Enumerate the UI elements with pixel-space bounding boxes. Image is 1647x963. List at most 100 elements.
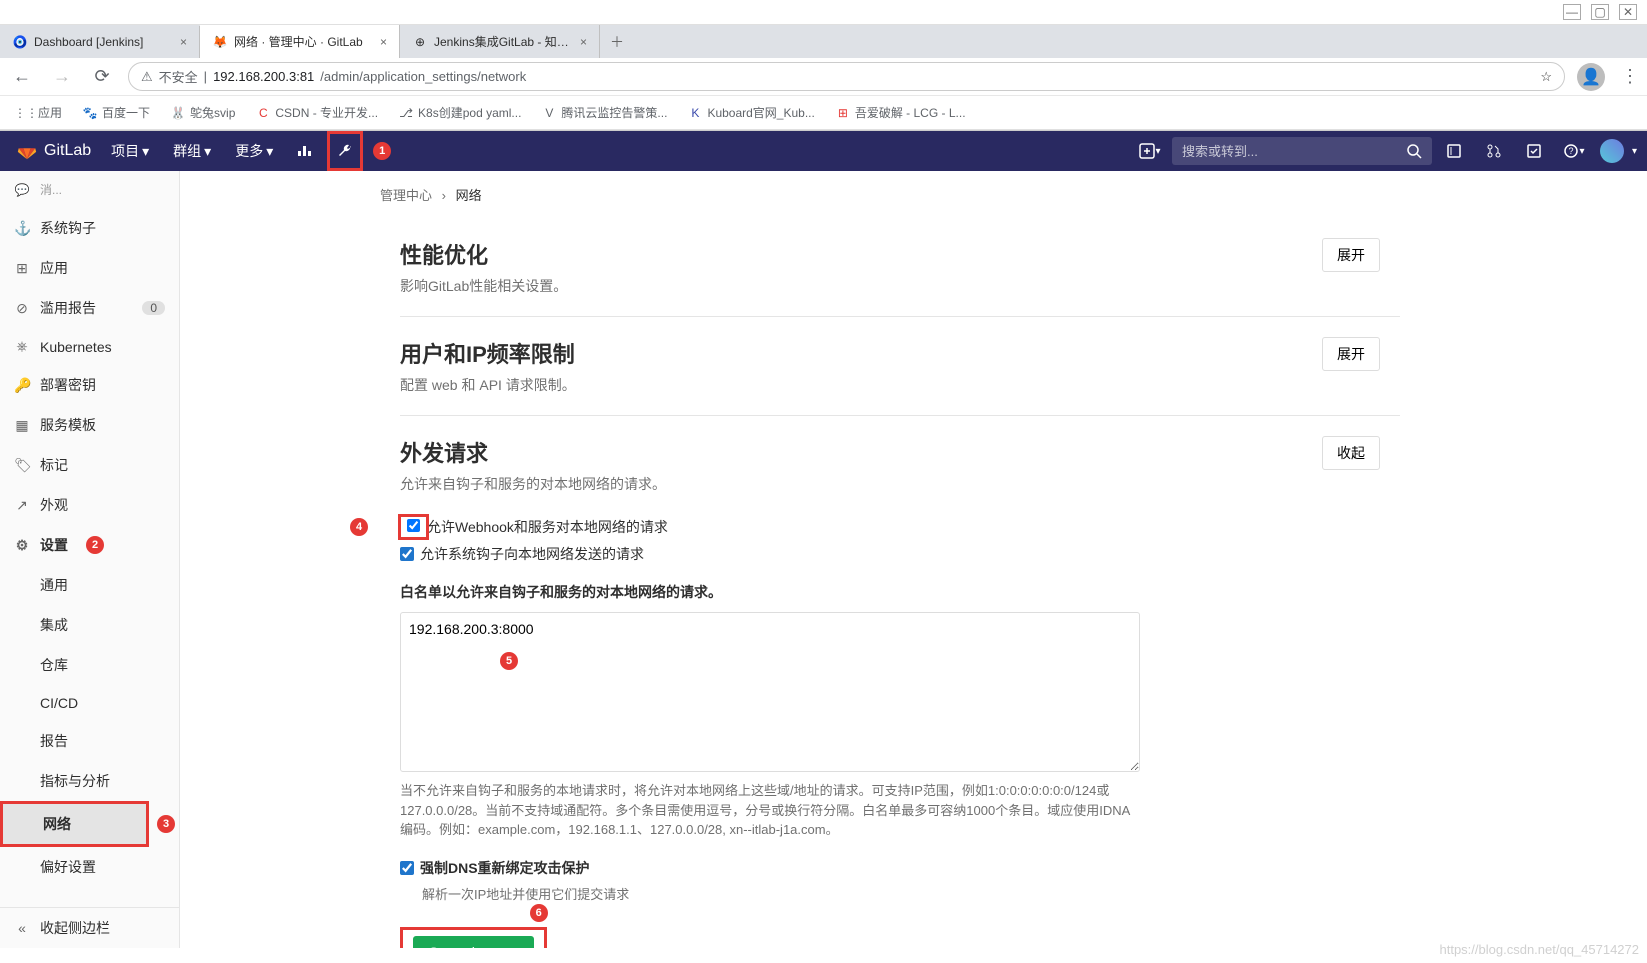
sidebar-sub-general[interactable]: 通用: [0, 565, 179, 605]
watermark: https://blog.csdn.net/qq_45714272: [1440, 942, 1640, 957]
marker-6: 6: [530, 904, 548, 922]
sidebar-item-deploy-keys[interactable]: 🔑部署密钥: [0, 365, 179, 405]
tag-icon: 🏷: [14, 457, 30, 474]
url-path: /admin/application_settings/network: [320, 69, 526, 84]
expand-button[interactable]: 展开: [1322, 238, 1380, 272]
breadcrumb-current: 网络: [456, 188, 482, 203]
sidebar-sub-cicd[interactable]: CI/CD: [0, 685, 179, 721]
nav-forward[interactable]: →: [48, 66, 76, 87]
address-bar-row: ← → ⟳ ⚠ 不安全 | 192.168.200.3:81/admin/app…: [0, 58, 1647, 95]
window-close[interactable]: ✕: [1619, 4, 1637, 20]
sidebar-item-system-hooks[interactable]: ⚓系统钩子: [0, 208, 179, 248]
gitlab-icon: [16, 140, 38, 162]
marker-4: 4: [350, 518, 368, 536]
collapse-button[interactable]: 收起: [1322, 436, 1380, 470]
star-icon[interactable]: ☆: [1540, 69, 1552, 85]
help-icon[interactable]: ? ▾: [1556, 131, 1592, 171]
whitelist-label: 白名单以允许来自钩子和服务的对本地网络的请求。: [400, 582, 1380, 602]
sidebar-sub-integrations[interactable]: 集成: [0, 605, 179, 645]
whitelist-textarea[interactable]: [400, 612, 1140, 772]
profile-avatar[interactable]: 👤: [1577, 63, 1605, 91]
allow-webhook-local-checkbox[interactable]: [407, 519, 420, 532]
search-input[interactable]: [1182, 144, 1406, 159]
section-desc: 配置 web 和 API 请求限制。: [400, 375, 576, 395]
close-icon[interactable]: ×: [380, 35, 387, 49]
address-bar[interactable]: ⚠ 不安全 | 192.168.200.3:81/admin/applicati…: [128, 62, 1565, 91]
expand-button[interactable]: 展开: [1322, 337, 1380, 371]
issues-icon[interactable]: [1436, 131, 1472, 171]
sidebar-item-appearance[interactable]: ↗外观: [0, 485, 179, 525]
sidebar-item-truncated[interactable]: 💬消...: [0, 171, 179, 208]
bookmark-baidu[interactable]: 🐾百度一下: [74, 102, 158, 123]
sidebar-item-kubernetes[interactable]: ⎈Kubernetes: [0, 328, 179, 365]
new-tab-button[interactable]: ＋: [600, 32, 634, 52]
browser-menu-icon[interactable]: ⋮: [1621, 66, 1639, 87]
dns-rebinding-checkbox[interactable]: [400, 861, 414, 875]
sidebar-item-applications[interactable]: ⊞应用: [0, 248, 179, 288]
activity-icon[interactable]: [287, 131, 323, 171]
plus-icon[interactable]: ▾: [1132, 131, 1168, 171]
sidebar-sub-repository[interactable]: 仓库: [0, 645, 179, 685]
url-host: 192.168.200.3:81: [213, 69, 314, 84]
kubernetes-icon: ⎈: [14, 338, 30, 355]
nav-back[interactable]: ←: [8, 66, 36, 87]
window-maximize[interactable]: ▢: [1591, 4, 1609, 20]
gitlab-logo[interactable]: GitLab: [10, 140, 97, 162]
hook-icon: ⚓: [14, 220, 30, 237]
sidebar-sub-network[interactable]: 网络: [0, 801, 149, 847]
browser-tab-gitlab[interactable]: 🦊 网络 · 管理中心 · GitLab ×: [200, 25, 400, 58]
browser-tab-jenkins[interactable]: 🧿 Dashboard [Jenkins] ×: [0, 26, 200, 58]
nav-projects[interactable]: 项目 ▾: [101, 131, 159, 171]
bookmark-52pojie[interactable]: ⊞吾爱破解 - LCG - L...: [827, 102, 974, 123]
bookmark-csdn[interactable]: CCSDN - 专业开发...: [247, 102, 386, 123]
search-box[interactable]: [1172, 137, 1432, 165]
browser-tab-zhihu[interactable]: ⊕ Jenkins集成GitLab - 知乎 - osc ×: [400, 25, 600, 58]
marker-5: 5: [500, 652, 518, 670]
bookmark-k8s[interactable]: ⎇K8s创建pod yaml...: [390, 102, 529, 123]
apps-icon: ⊞: [14, 260, 30, 277]
nav-more[interactable]: 更多 ▾: [225, 131, 283, 171]
gear-icon: ⚙: [14, 537, 30, 554]
bookmark-tencent[interactable]: V腾讯云监控告警策...: [533, 102, 675, 123]
todos-icon[interactable]: [1516, 131, 1552, 171]
allow-system-hooks-local-label: 允许系统钩子向本地网络发送的请求: [420, 544, 644, 564]
merge-requests-icon[interactable]: [1476, 131, 1512, 171]
bookmark-kuboard[interactable]: KKuboard官网_Kub...: [679, 102, 822, 123]
save-button[interactable]: Save changes: [413, 936, 534, 949]
sidebar-sub-reports[interactable]: 报告: [0, 721, 179, 761]
window-minimize[interactable]: —: [1563, 4, 1581, 20]
tab-title: Jenkins集成GitLab - 知乎 - osc: [434, 33, 574, 50]
nav-groups[interactable]: 群组 ▾: [163, 131, 221, 171]
bookmark-svip[interactable]: 🐰鸵兔svip: [162, 102, 243, 123]
collapse-icon: «: [14, 920, 30, 936]
template-icon: ▦: [14, 417, 30, 434]
apps-button[interactable]: ⋮⋮应用: [10, 102, 70, 123]
user-avatar[interactable]: [1600, 139, 1624, 163]
sidebar-item-settings[interactable]: ⚙设置2: [0, 525, 179, 565]
breadcrumb-root[interactable]: 管理中心: [380, 188, 432, 203]
allow-system-hooks-local-checkbox[interactable]: [400, 547, 414, 561]
abuse-icon: ⊘: [14, 300, 30, 317]
apps-icon: ⋮⋮: [18, 105, 34, 121]
section-title: 外发请求: [400, 436, 666, 468]
close-icon[interactable]: ×: [580, 35, 587, 49]
appearance-icon: ↗: [14, 497, 30, 514]
admin-wrench-icon[interactable]: [327, 131, 363, 171]
sidebar-item-service-templates[interactable]: ▦服务模板: [0, 405, 179, 445]
close-icon[interactable]: ×: [180, 35, 187, 49]
section-desc: 允许来自钩子和服务的对本地网络的请求。: [400, 474, 666, 494]
breadcrumb: 管理中心 › 网络: [380, 171, 1420, 218]
window-controls: — ▢ ✕: [0, 0, 1647, 25]
marker-2: 2: [86, 536, 104, 554]
sidebar-sub-preferences[interactable]: 偏好设置: [0, 847, 179, 887]
sidebar-sub-metrics[interactable]: 指标与分析: [0, 761, 179, 801]
whitelist-help: 当不允许来自钩子和服务的本地请求时，将允许对本地网络上这些域/地址的请求。可支持…: [400, 781, 1140, 840]
key-icon: 🔑: [14, 377, 30, 394]
section-title: 用户和IP频率限制: [400, 337, 576, 369]
sidebar-item-labels[interactable]: 🏷标记: [0, 445, 179, 485]
nav-reload[interactable]: ⟳: [88, 66, 116, 87]
sidebar-item-abuse-reports[interactable]: ⊘滥用报告0: [0, 288, 179, 328]
collapse-sidebar[interactable]: «收起侧边栏: [0, 908, 179, 948]
insecure-icon: ⚠: [141, 69, 153, 85]
zhihu-icon: ⊕: [412, 34, 428, 50]
